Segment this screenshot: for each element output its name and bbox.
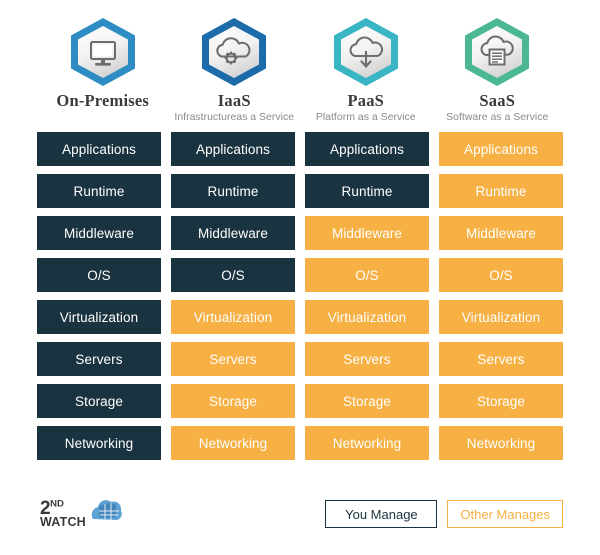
matrix-cell: Virtualization	[305, 300, 429, 335]
matrix-row: Servers Servers Servers Servers	[37, 342, 563, 377]
cloud-document-icon	[459, 16, 535, 88]
cloud-gear-icon	[196, 16, 272, 88]
column-header-on-premises: On-Premises	[37, 16, 169, 124]
matrix-cell: O/S	[37, 258, 161, 293]
column-title: PaaS	[347, 91, 385, 110]
column-subtitle: Infrastructureas a Service	[174, 111, 295, 124]
matrix-cell: Virtualization	[37, 300, 161, 335]
matrix-cell: Middleware	[37, 216, 161, 251]
matrix-row: Applications Applications Applications Appl…	[37, 132, 563, 167]
matrix-cell: Runtime	[171, 174, 295, 209]
column-title: IaaS	[217, 91, 251, 110]
column-header-iaas: IaaS Infrastructureas a Service	[169, 16, 301, 124]
matrix-cell: Servers	[305, 342, 429, 377]
legend-other-manages[interactable]: Other Manages	[447, 500, 563, 528]
matrix-cell: Applications	[305, 132, 429, 167]
matrix-cell: Networking	[305, 426, 429, 461]
legend: You Manage Other Manages	[325, 500, 563, 528]
matrix-cell: O/S	[439, 258, 563, 293]
matrix-cell: Runtime	[305, 174, 429, 209]
matrix-cell: Storage	[305, 384, 429, 419]
matrix-cell: Runtime	[439, 174, 563, 209]
matrix-cell: Virtualization	[439, 300, 563, 335]
matrix-cell: O/S	[171, 258, 295, 293]
matrix-cell: Applications	[37, 132, 161, 167]
matrix-cell: Servers	[171, 342, 295, 377]
responsibility-matrix: Applications Applications Applications Appl…	[37, 132, 563, 461]
matrix-cell: Runtime	[37, 174, 161, 209]
matrix-cell: Storage	[439, 384, 563, 419]
matrix-cell: Servers	[37, 342, 161, 377]
globe-cloud-icon	[89, 497, 125, 532]
column-headers: On-Premises IaaS Infrastructureas a Serv…	[37, 0, 563, 124]
desktop-monitor-icon	[65, 16, 141, 88]
column-header-paas: PaaS Platform as a Service	[300, 16, 432, 124]
matrix-cell: O/S	[305, 258, 429, 293]
matrix-cell: Servers	[439, 342, 563, 377]
matrix-row: Runtime Runtime Runtime Runtime	[37, 174, 563, 209]
matrix-cell: Networking	[37, 426, 161, 461]
matrix-cell: Virtualization	[171, 300, 295, 335]
matrix-row: O/S O/S O/S O/S	[37, 258, 563, 293]
column-subtitle: Platform as a Service	[315, 111, 416, 124]
column-title: SaaS	[479, 91, 516, 110]
matrix-cell: Middleware	[171, 216, 295, 251]
matrix-row: Middleware Middleware Middleware Middleware	[37, 216, 563, 251]
logo-line-2: WATCH	[40, 514, 86, 529]
matrix-cell: Storage	[37, 384, 161, 419]
matrix-row: Networking Networking Networking Networking	[37, 426, 563, 461]
cloud-service-model-diagram: On-Premises IaaS Infrastructureas a Serv…	[0, 0, 600, 555]
matrix-cell: Applications	[439, 132, 563, 167]
matrix-cell: Storage	[171, 384, 295, 419]
second-watch-logo: 2ND WATCH	[40, 497, 125, 532]
footer: 2ND WATCH You Manage Other Manages	[0, 491, 600, 537]
column-title: On-Premises	[56, 91, 150, 110]
matrix-row: Virtualization Virtualization Virtualizati…	[37, 300, 563, 335]
logo-wordmark: 2ND WATCH	[40, 498, 86, 529]
logo-ordinal: ND	[50, 498, 64, 510]
matrix-cell: Networking	[439, 426, 563, 461]
matrix-cell: Middleware	[305, 216, 429, 251]
column-header-saas: SaaS Software as a Service	[432, 16, 564, 124]
matrix-cell: Applications	[171, 132, 295, 167]
matrix-cell: Middleware	[439, 216, 563, 251]
matrix-row: Storage Storage Storage Storage	[37, 384, 563, 419]
cloud-download-arrow-icon	[328, 16, 404, 88]
column-subtitle: Software as a Service	[446, 111, 549, 124]
matrix-cell: Networking	[171, 426, 295, 461]
legend-you-manage[interactable]: You Manage	[325, 500, 438, 528]
